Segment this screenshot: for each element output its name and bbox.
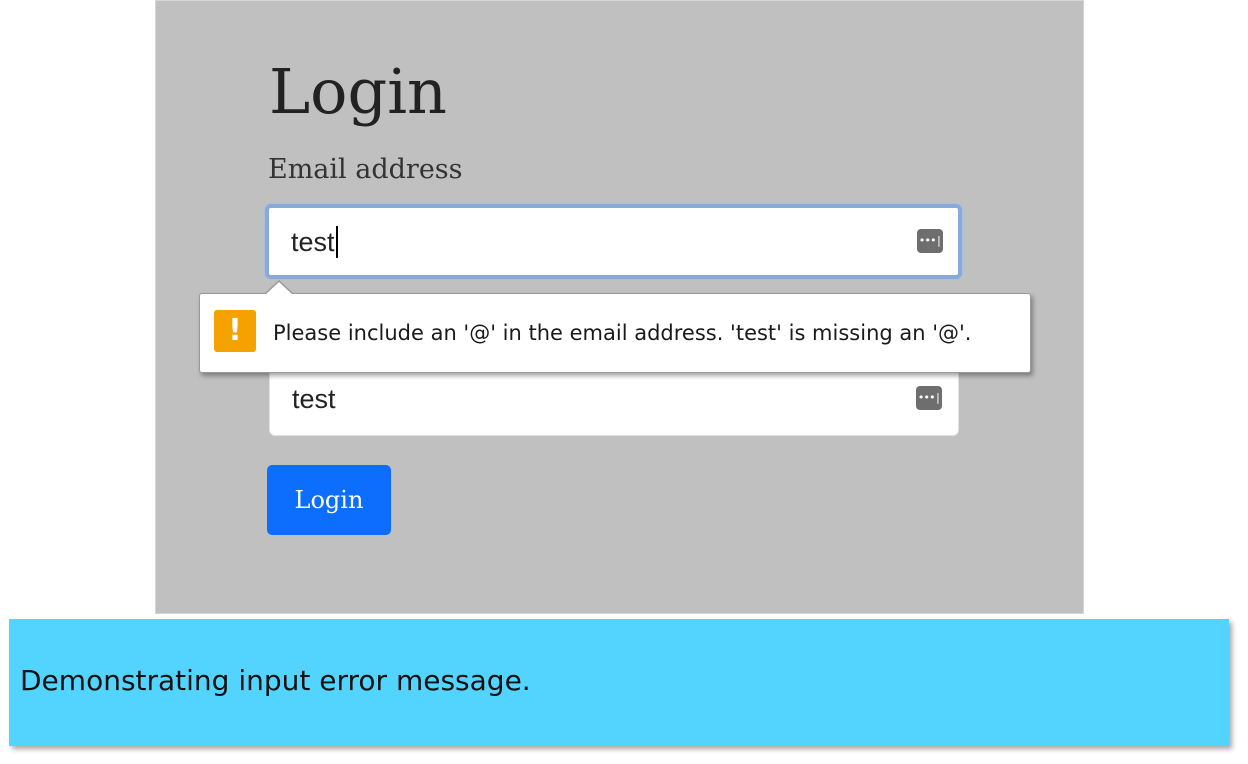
password-manager-icon[interactable]: •••| — [917, 229, 943, 253]
caption-text: Demonstrating input error message. — [20, 664, 531, 697]
tooltip-arrow-fill — [265, 282, 293, 295]
password-field[interactable]: test •••| — [269, 368, 959, 436]
password-manager-icon[interactable]: •••| — [916, 386, 942, 410]
page-title: Login — [269, 55, 447, 128]
email-field-value: test — [291, 225, 338, 258]
caption-banner: Demonstrating input error message. — [9, 619, 1229, 746]
email-field[interactable]: test •••| — [265, 204, 962, 279]
validation-message: Please include an '@' in the email addre… — [273, 321, 972, 345]
validation-tooltip: ! Please include an '@' in the email add… — [199, 293, 1031, 373]
warning-icon: ! — [214, 310, 256, 352]
email-label: Email address — [268, 154, 463, 185]
password-field-value: test — [292, 384, 336, 414]
text-caret — [335, 225, 338, 258]
login-button[interactable]: Login — [267, 465, 391, 535]
